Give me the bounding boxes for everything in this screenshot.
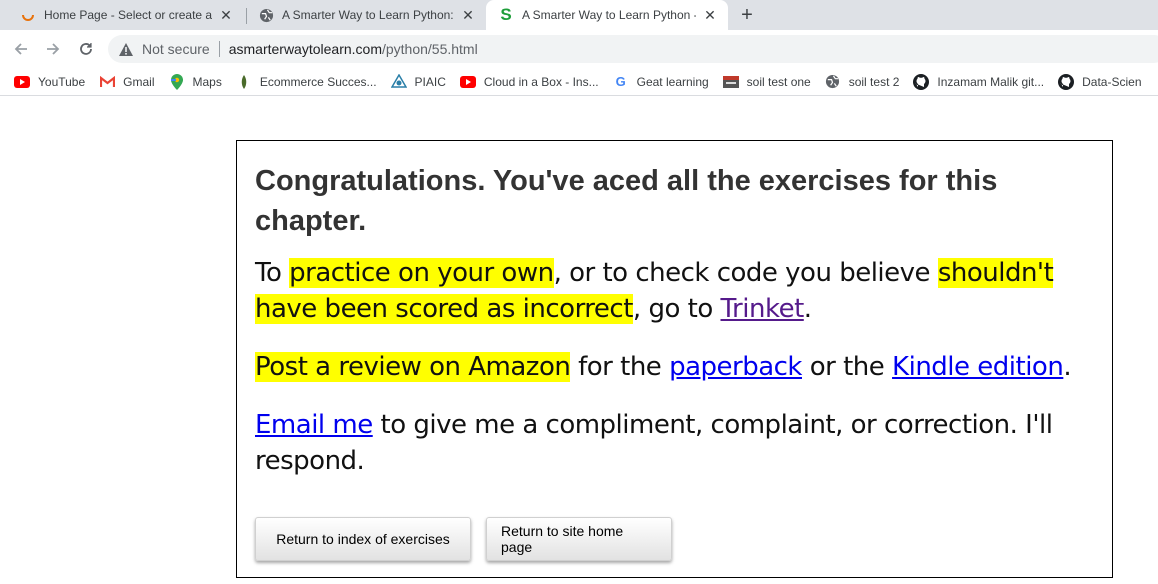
highlighted-text: practice on your own	[289, 258, 554, 288]
bookmark-soil-test-2[interactable]: soil test 2	[825, 74, 900, 90]
text: , go to	[632, 294, 721, 324]
trinket-link[interactable]: Trinket	[721, 294, 805, 324]
tab-title: A Smarter Way to Learn Python: I	[282, 8, 454, 22]
text: for the	[570, 352, 670, 382]
bookmarks-bar: YouTube Gmail Maps Ecommerce Succes... P…	[0, 68, 1158, 96]
text: or the	[801, 352, 893, 382]
tab-smarter-way-active[interactable]: S A Smarter Way to Learn Python - ✕	[486, 0, 728, 30]
tab-title: A Smarter Way to Learn Python -	[522, 8, 696, 22]
forward-button[interactable]	[42, 38, 64, 60]
text: To	[255, 258, 290, 288]
close-tab-icon[interactable]: ✕	[702, 7, 718, 23]
exercise-complete-panel: Congratulations. You've aced all the exe…	[236, 140, 1113, 578]
bookmark-label: Maps	[192, 74, 222, 89]
paperback-link[interactable]: paperback	[669, 352, 802, 382]
bookmark-piaic[interactable]: PIAIC	[390, 73, 446, 90]
url-path: /python/55.html	[381, 41, 478, 57]
bookmark-inzamam-github[interactable]: Inzamam Malik git...	[913, 73, 1045, 90]
browser-toolbar: Not secure asmarterwaytolearn.com/python…	[0, 30, 1158, 68]
github-icon	[913, 73, 930, 90]
reload-button[interactable]	[75, 38, 97, 60]
text: to give me a compliment, complaint, or c…	[255, 410, 1053, 476]
bookmark-label: Inzamam Malik git...	[937, 74, 1045, 89]
bookmark-maps[interactable]: Maps	[169, 73, 222, 90]
globe-icon	[258, 7, 274, 23]
bookmark-gmail[interactable]: Gmail	[99, 74, 155, 90]
bookmark-soil-test-one[interactable]: soil test one	[722, 74, 811, 90]
tab-strip: Home Page - Select or create a n ✕ A Sma…	[0, 0, 1158, 30]
security-label[interactable]: Not secure	[142, 41, 210, 57]
highlighted-text: Post a review on Amazon	[255, 352, 571, 382]
gmail-icon	[99, 74, 115, 90]
bookmark-label: Geat learning	[636, 74, 709, 89]
close-tab-icon[interactable]: ✕	[218, 7, 234, 23]
email-paragraph: Email me to give me a compliment, compla…	[255, 407, 1094, 479]
bookmark-data-science[interactable]: Data-Scien	[1058, 73, 1142, 90]
new-tab-button[interactable]: +	[736, 4, 758, 26]
globe-icon	[825, 74, 841, 90]
bookmark-label: soil test one	[746, 74, 811, 89]
ecommerce-icon	[236, 74, 252, 90]
bookmark-label: PIAIC	[414, 74, 446, 89]
email-me-link[interactable]: Email me	[255, 410, 373, 440]
text: .	[803, 294, 812, 324]
page-heading: Congratulations. You've aced all the exe…	[255, 165, 998, 237]
maps-icon	[169, 73, 185, 90]
warning-icon[interactable]	[118, 41, 134, 57]
tab-home-page[interactable]: Home Page - Select or create a n ✕	[0, 0, 244, 30]
bookmark-label: soil test 2	[848, 74, 900, 89]
bookmark-label: Ecommerce Succes...	[259, 74, 377, 89]
google-icon: G	[615, 74, 626, 89]
bookmark-label: Cloud in a Box - Ins...	[483, 74, 599, 89]
url-host: asmarterwaytolearn.com	[228, 41, 382, 57]
back-button[interactable]	[10, 38, 32, 60]
bookmark-geat-learning[interactable]: G Geat learning	[613, 74, 709, 90]
practice-paragraph: To practice on your own, or to check cod…	[255, 255, 1094, 327]
button-row: Return to index of exercises Return to s…	[255, 517, 687, 561]
tab-smarter-way-1[interactable]: A Smarter Way to Learn Python: I ✕	[238, 0, 486, 30]
bookmark-cloud-in-a-box[interactable]: Cloud in a Box - Ins...	[459, 74, 599, 90]
text: .	[1063, 352, 1072, 382]
piaic-icon	[390, 73, 407, 90]
bookmark-label: YouTube	[38, 74, 86, 89]
github-icon	[1058, 73, 1075, 90]
bookmark-youtube[interactable]: YouTube	[14, 74, 85, 90]
tab-title: Home Page - Select or create a n	[44, 8, 212, 22]
bookmark-label: Data-Scien	[1082, 74, 1142, 89]
bookmark-ecommerce[interactable]: Ecommerce Succes...	[236, 74, 377, 90]
text: , or to check code you believe	[553, 258, 938, 288]
youtube-icon	[459, 74, 476, 90]
sts-icon	[722, 74, 739, 90]
return-to-home-button[interactable]: Return to site home page	[486, 517, 672, 561]
youtube-icon	[14, 74, 30, 90]
return-to-index-button[interactable]: Return to index of exercises	[255, 517, 471, 561]
address-bar[interactable]: Not secure asmarterwaytolearn.com/python…	[108, 35, 1158, 63]
bookmark-label: Gmail	[123, 74, 155, 89]
s-logo-icon: S	[500, 5, 512, 24]
kindle-edition-link[interactable]: Kindle edition	[892, 352, 1064, 382]
close-tab-icon[interactable]: ✕	[460, 7, 476, 23]
review-paragraph: Post a review on Amazon for the paperbac…	[255, 349, 1094, 385]
loading-spinner-icon	[20, 7, 36, 23]
address-divider	[218, 41, 220, 57]
